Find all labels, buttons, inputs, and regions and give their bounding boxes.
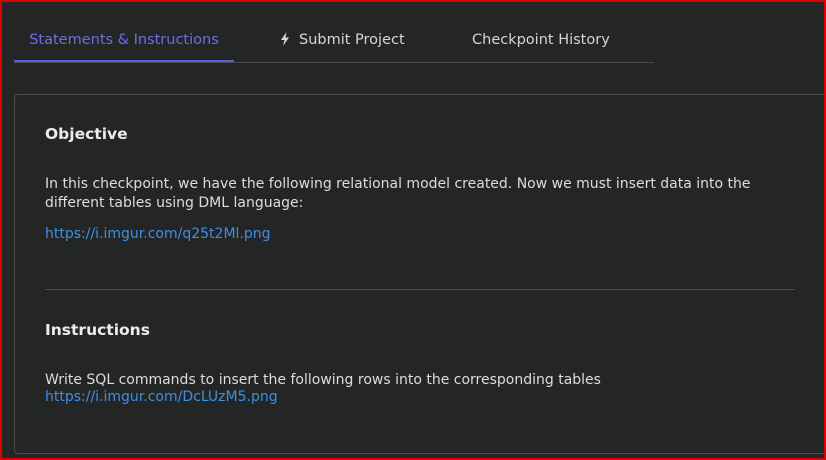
tab-submit-project[interactable]: Submit Project: [280, 20, 405, 60]
tab-bar: Statements & Instructions Submit Project…: [14, 20, 654, 63]
tab-statements-instructions[interactable]: Statements & Instructions: [14, 20, 234, 62]
objective-heading: Objective: [45, 125, 128, 143]
tab-label: Checkpoint History: [472, 32, 610, 48]
instructions-link[interactable]: https://i.imgur.com/DcLUzM5.png: [45, 389, 278, 405]
instructions-text: Write SQL commands to insert the followi…: [45, 372, 601, 388]
bolt-icon: [281, 32, 289, 46]
objective-link[interactable]: https://i.imgur.com/q25t2Ml.png: [45, 226, 271, 242]
tab-checkpoint-history[interactable]: Checkpoint History: [472, 20, 610, 60]
tab-label: Statements & Instructions: [29, 32, 219, 48]
objective-text: In this checkpoint, we have the followin…: [45, 176, 751, 211]
section-divider: [45, 289, 795, 290]
instructions-heading: Instructions: [45, 321, 150, 339]
content-panel: Objective In this checkpoint, we have th…: [14, 94, 826, 454]
tab-label: Submit Project: [299, 32, 405, 48]
